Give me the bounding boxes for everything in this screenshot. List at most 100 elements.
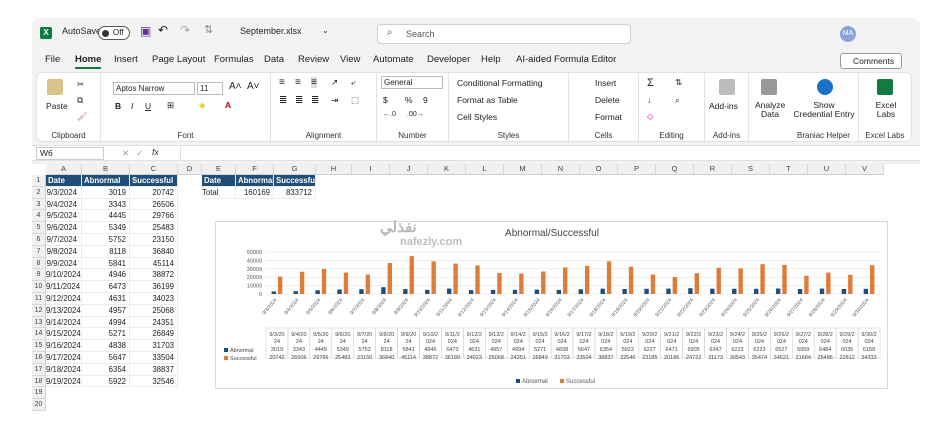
align-bottom-icon[interactable]: ≡ — [311, 77, 317, 88]
successful-cell[interactable]: 38872 — [130, 269, 178, 282]
autosave-toggle[interactable]: Off — [98, 26, 130, 40]
find-icon[interactable]: ⌕ — [675, 95, 680, 106]
autosum-icon[interactable]: Σ — [647, 77, 654, 89]
indent-icon[interactable]: ⇥ — [331, 95, 338, 106]
abnormal-cell[interactable]: 5841 — [82, 257, 130, 270]
row-header[interactable]: 11 — [32, 293, 46, 305]
column-header-l[interactable]: L — [466, 164, 504, 175]
name-box[interactable]: W6 — [36, 147, 104, 160]
tab-insert[interactable]: Insert — [114, 54, 138, 65]
decrease-font-icon[interactable]: A˅ — [247, 81, 260, 92]
column-header-d[interactable]: D — [178, 164, 202, 175]
fill-icon[interactable]: ↓ — [647, 95, 651, 105]
column-header-v[interactable]: V — [846, 164, 884, 175]
merge-icon[interactable]: ⬚ — [351, 95, 359, 106]
insert-cells-button[interactable]: Insert — [595, 78, 616, 88]
cancel-icon[interactable]: ✕ — [122, 148, 129, 159]
date-cell[interactable]: 9/10/2024 — [46, 269, 82, 282]
formula-input[interactable] — [180, 147, 916, 160]
column-header-n[interactable]: N — [542, 164, 580, 175]
row-header[interactable]: 9 — [32, 269, 46, 282]
successful-cell[interactable]: 31703 — [130, 340, 178, 352]
row-header[interactable]: 20 — [32, 399, 46, 411]
save-icon[interactable]: ▣ — [140, 24, 151, 38]
column-header-b[interactable]: B — [82, 164, 130, 175]
abnormal-cell[interactable]: 4445 — [82, 210, 130, 223]
date-cell[interactable]: 9/12/2024 — [46, 293, 82, 305]
summary-header-cell[interactable]: Abnormal — [236, 175, 274, 187]
date-cell[interactable]: 9/11/2024 — [46, 281, 82, 293]
fill-color-icon[interactable]: ◈ — [199, 100, 206, 111]
abnormal-cell[interactable]: 4957 — [82, 304, 130, 317]
align-left-icon[interactable]: ≣ — [279, 95, 287, 106]
successful-cell[interactable]: 33504 — [130, 352, 178, 364]
successful-cell[interactable]: 38837 — [130, 363, 178, 376]
search-input[interactable]: Search — [377, 24, 631, 44]
date-cell[interactable]: 9/17/2024 — [46, 352, 82, 364]
date-cell[interactable]: 9/13/2024 — [46, 304, 82, 317]
cell-styles-button[interactable]: Cell Styles — [457, 112, 497, 122]
abnormal-cell[interactable]: 6473 — [82, 281, 130, 293]
wrap-text-icon[interactable]: ⤶ — [351, 77, 356, 88]
excel-labs-button[interactable]: Excel Labs — [869, 101, 903, 119]
date-cell[interactable]: 9/7/2024 — [46, 234, 82, 246]
tab-view[interactable]: View — [340, 54, 360, 65]
column-header-o[interactable]: O — [580, 164, 618, 175]
delete-cells-button[interactable]: Delete — [595, 95, 620, 105]
abnormal-cell[interactable]: 3019 — [82, 186, 130, 199]
number-format-select[interactable]: General — [381, 76, 443, 89]
summary-label-cell[interactable]: Total — [202, 186, 236, 199]
tab-page-layout[interactable]: Page Layout — [152, 54, 205, 65]
comments-button[interactable]: Comments — [840, 53, 902, 69]
column-header-i[interactable]: I — [352, 164, 390, 175]
borders-icon[interactable]: ⊞ — [167, 100, 174, 111]
tab-developer[interactable]: Developer — [427, 54, 470, 65]
abnormal-cell[interactable]: 4838 — [82, 340, 130, 352]
date-cell[interactable]: 9/19/2024 — [46, 375, 82, 388]
date-cell[interactable]: 9/16/2024 — [46, 340, 82, 352]
column-header-g[interactable]: G — [274, 164, 316, 175]
abnormal-cell[interactable]: 8118 — [82, 245, 130, 258]
row-header[interactable]: 2 — [32, 186, 46, 199]
row-header[interactable]: 5 — [32, 222, 46, 234]
align-top-icon[interactable]: ≡ — [279, 77, 285, 88]
row-header[interactable]: 12 — [32, 304, 46, 317]
font-size-select[interactable]: 11 — [197, 82, 223, 95]
chevron-down-icon[interactable]: ⌄ — [322, 26, 329, 35]
date-cell[interactable]: 9/14/2024 — [46, 316, 82, 329]
align-center-icon[interactable]: ≣ — [295, 95, 303, 106]
tab-file[interactable]: File — [45, 54, 60, 65]
format-cells-button[interactable]: Format — [595, 112, 622, 122]
filename[interactable]: September.xlsx — [240, 26, 302, 36]
cut-icon[interactable]: ✂ — [77, 79, 84, 90]
column-header-p[interactable]: P — [618, 164, 656, 175]
row-header[interactable]: 4 — [32, 210, 46, 223]
align-middle-icon[interactable]: ≡ — [295, 77, 301, 88]
row-header[interactable]: 10 — [32, 281, 46, 293]
decrease-decimal-icon[interactable]: .00→ — [407, 111, 424, 118]
row-header[interactable]: 7 — [32, 245, 46, 258]
tab-help[interactable]: Help — [481, 54, 501, 65]
format-as-table-button[interactable]: Format as Table — [457, 95, 518, 105]
row-header[interactable]: 6 — [32, 234, 46, 246]
abnormal-cell[interactable]: 5349 — [82, 222, 130, 234]
underline-button[interactable]: U — [145, 101, 151, 111]
avatar[interactable]: MA — [840, 26, 856, 42]
column-header-t[interactable]: T — [770, 164, 808, 175]
date-cell[interactable]: 9/6/2024 — [46, 222, 82, 234]
column-header-s[interactable]: S — [732, 164, 770, 175]
show-credential-entry-button[interactable]: Show Credential Entry — [793, 101, 855, 119]
date-cell[interactable]: 9/18/2024 — [46, 363, 82, 376]
abnormal-cell[interactable]: 4631 — [82, 293, 130, 305]
row-header[interactable]: 8 — [32, 257, 46, 270]
column-header-q[interactable]: Q — [656, 164, 694, 175]
insert-function-button[interactable]: fx — [152, 147, 159, 157]
successful-cell[interactable]: 25483 — [130, 222, 178, 234]
font-name-select[interactable]: Aptos Narrow — [113, 82, 195, 95]
successful-cell[interactable]: 26506 — [130, 198, 178, 211]
increase-decimal-icon[interactable]: ←.0 — [383, 111, 396, 118]
comma-button[interactable]: 9 — [423, 95, 428, 105]
italic-button[interactable]: I — [131, 101, 133, 111]
orientation-icon[interactable]: ↗ — [331, 77, 338, 88]
sort-filter-icon[interactable]: ⇅ — [675, 77, 682, 88]
